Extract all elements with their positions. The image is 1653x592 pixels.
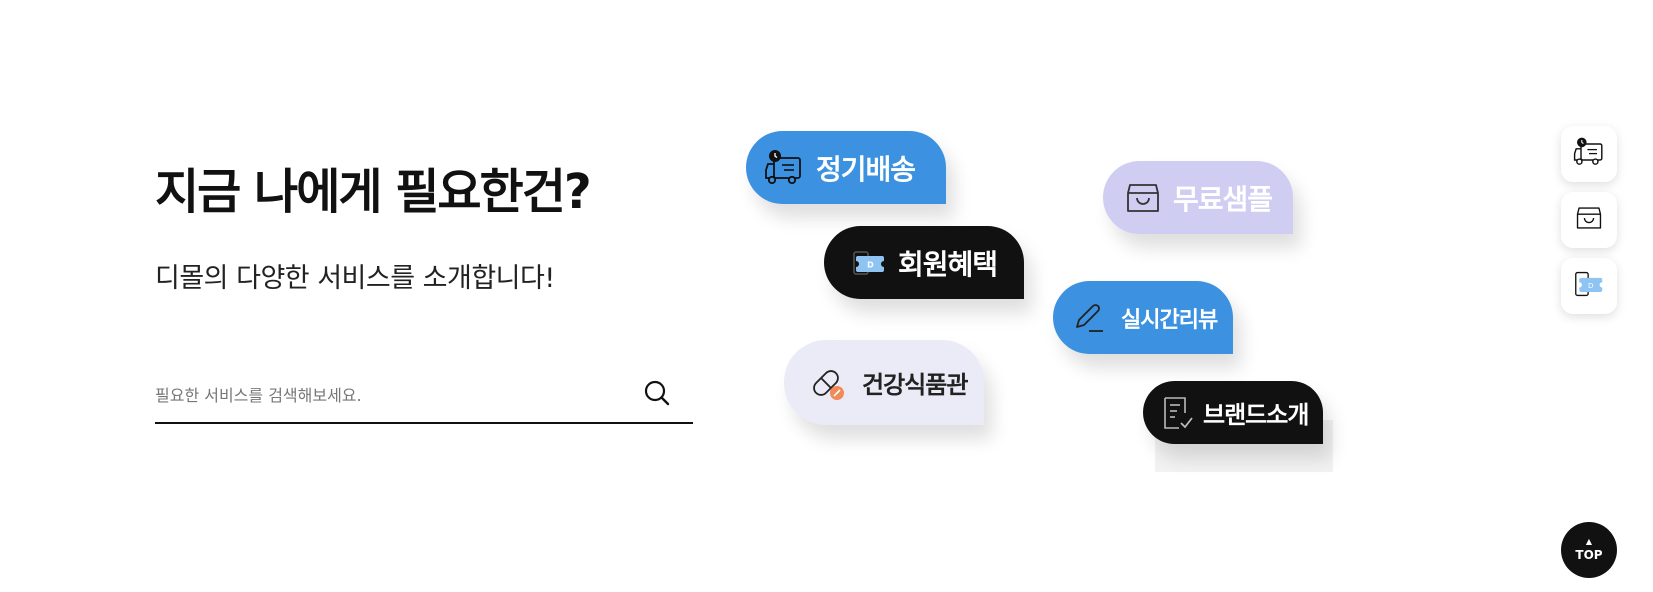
quick-menu-sample[interactable] [1561,192,1617,248]
quick-menu-member[interactable]: D [1561,258,1617,314]
service-label: 회원혜택 [898,247,998,281]
service-member-benefits[interactable]: D 회원혜택 [824,226,1024,299]
service-label: 브랜드소개 [1203,401,1309,429]
delivery-truck-icon [1573,137,1605,171]
mobile-coupon-icon: D [1574,269,1604,303]
service-brand-intro[interactable]: 브랜드소개 [1143,381,1323,444]
search-input[interactable] [155,378,635,412]
shopping-bag-icon [1125,181,1161,215]
service-label: 실시간리뷰 [1121,307,1218,333]
checklist-document-icon [1159,395,1195,431]
pill-icon [810,365,846,401]
pencil-icon [1071,301,1105,335]
service-label: 건강식품관 [862,371,968,399]
shopping-bag-icon [1575,205,1603,235]
quick-menu-delivery[interactable] [1561,126,1617,182]
service-label: 무료샘플 [1173,182,1273,216]
service-label: 정기배송 [816,152,916,186]
page-title: 지금 나에게 필요한건? [155,164,592,220]
service-regular-delivery[interactable]: 정기배송 [746,131,946,204]
scroll-top-button[interactable]: ▲ TOP [1561,522,1617,578]
service-health-food[interactable]: 건강식품관 [784,340,984,425]
service-free-sample[interactable]: 무료샘플 [1103,161,1293,234]
search-icon [644,380,670,405]
search-button[interactable] [641,378,673,410]
coupon-icon: D [852,248,886,278]
page-subtitle: 디몰의 다양한 서비스를 소개합니다! [155,263,555,294]
svg-text:D: D [1588,281,1594,290]
search-bar [155,378,693,424]
scroll-top-label: TOP [1575,548,1603,562]
delivery-truck-icon [764,149,804,186]
service-realtime-review[interactable]: 실시간리뷰 [1053,281,1233,354]
arrow-up-icon: ▲ [1585,537,1593,546]
